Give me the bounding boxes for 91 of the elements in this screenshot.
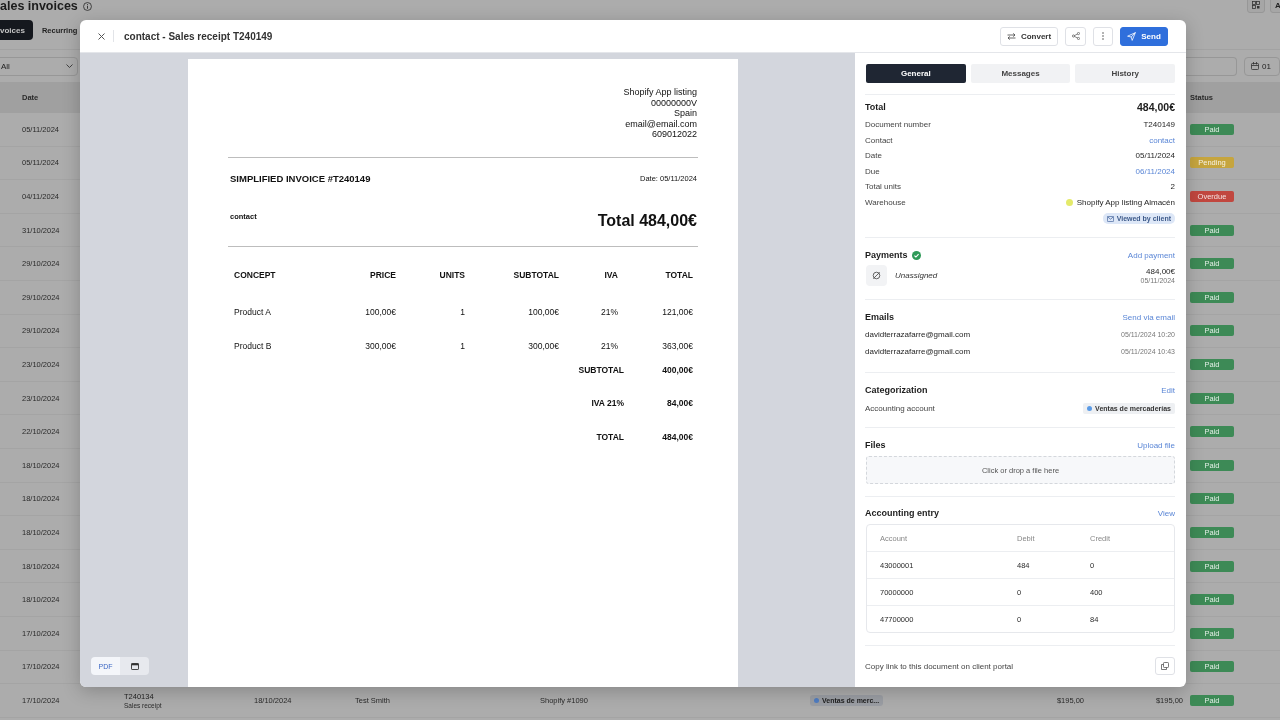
section-link[interactable]: Send via email xyxy=(1122,312,1175,322)
column-header: UNITS xyxy=(439,268,465,281)
share-icon xyxy=(1071,32,1080,40)
table-cell: Product B xyxy=(234,339,272,352)
table-cell: 100,00€ xyxy=(365,305,396,318)
convert-button[interactable]: Convert xyxy=(1000,26,1058,46)
field-label: Total units xyxy=(865,182,902,192)
address-line: Shopify App listing xyxy=(623,87,697,98)
info-icon xyxy=(82,2,92,11)
envelope-icon xyxy=(1106,215,1114,222)
email-address: davidterrazafarre@gmail.com xyxy=(865,329,971,339)
section-title: Payments xyxy=(865,250,908,260)
summary-label: TOTAL xyxy=(596,430,624,443)
window-icon xyxy=(130,662,139,670)
address-line: 00000000V xyxy=(650,97,697,108)
table-cell: 21% xyxy=(601,339,618,352)
close-button[interactable] xyxy=(98,32,105,40)
page-title: ales invoices xyxy=(0,0,78,13)
payment-method: Unassigned xyxy=(895,271,938,280)
table-cell: 300,00€ xyxy=(528,339,559,352)
column-header: SUBTOTAL xyxy=(513,268,559,281)
invoice-total: Total 484,00€ xyxy=(597,211,697,230)
date-filter-button[interactable]: 01 xyxy=(1244,56,1280,76)
section-link[interactable]: Edit xyxy=(1161,385,1175,395)
section-link[interactable]: View xyxy=(1157,508,1175,518)
address-line: email@email.com xyxy=(625,118,697,129)
tab[interactable]: voices xyxy=(0,20,33,40)
field-value: 2 xyxy=(1170,182,1175,192)
summary-label: SUBTOTAL xyxy=(578,363,624,376)
field-label: Document number xyxy=(865,120,931,130)
tab[interactable]: Messages xyxy=(970,64,1071,83)
section-title: Files xyxy=(865,440,886,450)
section-link[interactable]: Add payment xyxy=(1127,250,1175,260)
tab[interactable]: History xyxy=(1075,64,1175,83)
table-cell: 21% xyxy=(601,305,618,318)
field-label: Due xyxy=(865,166,880,176)
payment-amount: 484,00€ xyxy=(1146,266,1175,276)
summary-value: 484,00€ xyxy=(662,430,693,443)
send-icon xyxy=(1127,31,1137,41)
page-view-button[interactable] xyxy=(120,657,149,675)
summary-value: 400,00€ xyxy=(662,363,693,376)
filter-dropdown[interactable]: All xyxy=(0,56,78,76)
dot-icon xyxy=(814,697,819,703)
share-button[interactable] xyxy=(1065,26,1086,46)
section-link[interactable]: Upload file xyxy=(1137,440,1175,450)
address-line: Spain xyxy=(673,108,697,119)
field-value: 05/11/2024 xyxy=(1135,151,1175,161)
calendar-icon xyxy=(1251,62,1259,70)
table-cell: 121,00€ xyxy=(662,305,693,318)
field-value: Shopify App listing Almacén xyxy=(1076,197,1175,207)
email-address: davidterrazafarre@gmail.com xyxy=(865,346,971,356)
table-cell: 363,00€ xyxy=(662,339,693,352)
field-value: T240149 xyxy=(1143,120,1175,130)
section-title: Categorization xyxy=(865,385,928,395)
tab[interactable]: General xyxy=(866,64,966,83)
dot-icon xyxy=(1087,405,1093,411)
table-cell: 300,00€ xyxy=(365,339,396,352)
summary-label: IVA 21% xyxy=(591,396,624,409)
table-cell: 1 xyxy=(460,339,465,352)
swap-arrows-icon xyxy=(1006,32,1016,40)
portal-link-label: Copy link to this document on client portal xyxy=(865,661,1014,671)
section-title: Emails xyxy=(865,312,895,322)
column-header: PRICE xyxy=(370,268,396,281)
column-header: IVA xyxy=(604,268,618,281)
copy-button[interactable] xyxy=(1155,657,1175,675)
total-amount: 484,00€ xyxy=(1137,101,1175,113)
dot-icon xyxy=(1065,198,1073,206)
column-header: TOTAL xyxy=(665,268,693,281)
field-label: Warehouse xyxy=(865,197,906,207)
field-link[interactable]: 06/11/2024 xyxy=(1135,166,1175,176)
summary-value: 84,00€ xyxy=(667,396,693,409)
table-cell: Product A xyxy=(234,305,271,318)
total-label: Total xyxy=(865,102,886,112)
grid-icon xyxy=(1252,1,1260,9)
field-label: Contact xyxy=(865,135,893,145)
grid-button[interactable] xyxy=(1247,0,1265,13)
copy-icon xyxy=(1161,662,1169,670)
close-icon xyxy=(98,32,105,40)
send-button[interactable]: Send xyxy=(1120,26,1168,46)
chevron-down-icon xyxy=(66,64,73,68)
address-line: 609012022 xyxy=(651,129,697,140)
field-label: Date xyxy=(865,151,882,161)
field-link[interactable]: contact xyxy=(1149,135,1175,145)
letter-button[interactable]: A xyxy=(1270,0,1280,13)
field-label: Accounting account xyxy=(865,403,935,413)
invoice-heading: SIMPLIFIED INVOICE #T240149 xyxy=(230,173,371,184)
dialog-title: contact - Sales receipt T240149 xyxy=(124,30,273,42)
column-header: CONCEPT xyxy=(234,268,276,281)
section-title: Accounting entry xyxy=(865,508,939,518)
table-cell: 100,00€ xyxy=(528,305,559,318)
table-cell: 1 xyxy=(460,305,465,318)
